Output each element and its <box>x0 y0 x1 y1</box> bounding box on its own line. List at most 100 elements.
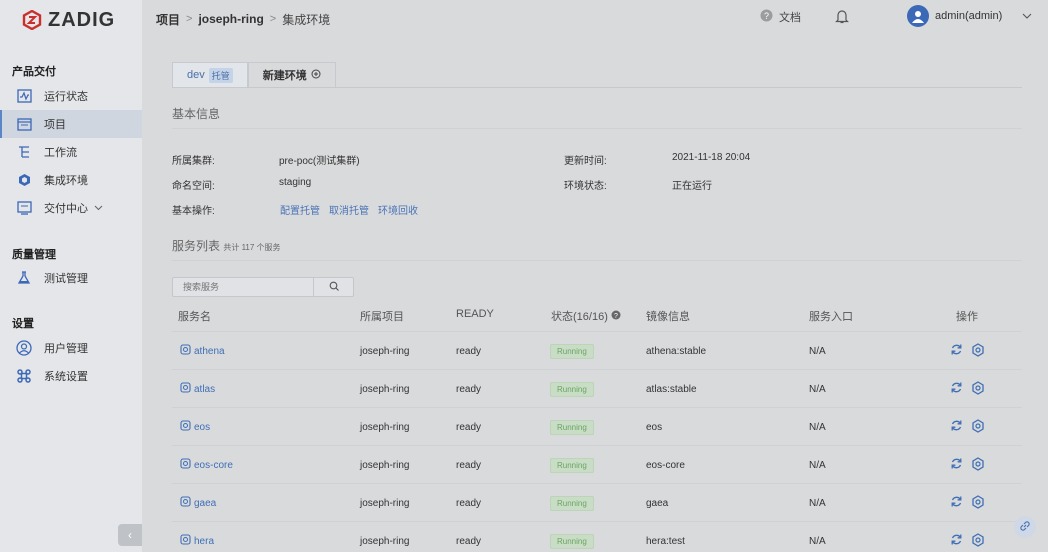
service-name-link[interactable]: eos-core <box>180 446 233 484</box>
nav-group-title-settings: 设置 <box>12 318 34 330</box>
plus-circle-icon <box>311 69 321 82</box>
service-config-icon[interactable] <box>971 456 985 474</box>
service-name-link[interactable]: athena <box>180 332 225 370</box>
help-icon: ? <box>760 9 773 25</box>
floating-link-button[interactable] <box>1014 516 1036 538</box>
service-list-label: 服务列表 <box>172 239 221 253</box>
restart-icon[interactable] <box>950 533 963 549</box>
service-icon <box>180 420 191 434</box>
basic-info-title: 基本信息 <box>172 107 221 121</box>
service-config-icon[interactable] <box>971 418 985 436</box>
status-badge: Running <box>550 533 594 549</box>
col-status-label: 状态(16/16) <box>551 311 608 323</box>
svg-text:?: ? <box>764 11 769 21</box>
breadcrumb-separator: > <box>186 13 193 25</box>
help-icon[interactable]: ? <box>611 310 621 323</box>
env-tabs: dev 托管 新建环境 <box>172 62 336 88</box>
service-config-icon[interactable] <box>971 342 985 360</box>
service-ready: ready <box>456 421 482 433</box>
dashboard-icon <box>16 88 32 104</box>
table-row: eos joseph-ring ready Running eos N/A <box>172 407 1022 445</box>
service-name-link[interactable]: hera <box>180 522 214 552</box>
service-ready: ready <box>456 459 482 471</box>
search-button[interactable] <box>313 278 353 296</box>
service-project: joseph-ring <box>360 345 410 357</box>
service-entry: N/A <box>809 535 826 547</box>
user-menu[interactable]: admin(admin) <box>907 5 1032 27</box>
service-name-link[interactable]: gaea <box>180 484 216 522</box>
nav-group-title-delivery: 产品交付 <box>12 66 56 78</box>
breadcrumb-project[interactable]: joseph-ring <box>198 12 263 26</box>
table-row: hera joseph-ring ready Running hera:test N/A <box>172 521 1022 552</box>
service-icon <box>180 382 191 396</box>
tab-new-env[interactable]: 新建环境 <box>247 62 336 88</box>
service-status: Running <box>550 522 594 552</box>
service-name-link[interactable]: atlas <box>180 370 215 408</box>
col-image: 镜像信息 <box>646 311 690 323</box>
namespace-label: 命名空间: <box>172 181 215 192</box>
workflow-icon <box>16 144 32 160</box>
service-actions <box>950 332 985 370</box>
tab-dev[interactable]: dev 托管 <box>172 62 248 88</box>
cluster-value: pre-poc(测试集群) <box>279 156 360 167</box>
service-name: gaea <box>194 497 217 509</box>
service-image: hera:test <box>646 535 685 547</box>
restart-icon[interactable] <box>950 381 963 397</box>
service-name: eos-core <box>194 459 233 471</box>
basic-ops-label: 基本操作: <box>172 206 215 217</box>
service-list-title: 服务列表 共计 117 个服务 <box>172 237 281 254</box>
service-actions <box>950 484 985 522</box>
service-actions <box>950 408 985 446</box>
col-project: 所属项目 <box>360 311 404 323</box>
env-status-label: 环境状态: <box>564 181 607 192</box>
search-input[interactable] <box>173 278 314 296</box>
sidebar-item-test[interactable]: 测试管理 <box>0 264 142 292</box>
test-flask-icon <box>16 270 32 286</box>
cancel-hosting-link[interactable]: 取消托管 <box>329 202 369 217</box>
breadcrumb-root[interactable]: 项目 <box>156 11 180 28</box>
divider <box>172 87 1022 88</box>
configure-hosting-link[interactable]: 配置托管 <box>280 202 320 217</box>
restart-icon[interactable] <box>950 495 963 511</box>
env-recycle-link[interactable]: 环境回收 <box>378 202 418 217</box>
brand-name: ZADIG <box>48 8 116 31</box>
service-config-icon[interactable] <box>971 380 985 398</box>
service-ready: ready <box>456 497 482 509</box>
table-row: athena joseph-ring ready Running athena:stab… <box>172 331 1022 369</box>
sidebar-item-project[interactable]: 项目 <box>0 110 142 138</box>
brand-logo[interactable]: ZADIG <box>0 0 142 40</box>
sidebar-collapse-button[interactable]: ‹ <box>118 524 142 546</box>
sidebar-item-label: 系统设置 <box>44 371 88 383</box>
service-status: Running <box>550 408 594 446</box>
sidebar: ZADIG 产品交付 运行状态 项目 工作流 集成环境 交付中心 质量管理 测试… <box>0 0 142 552</box>
notification-button[interactable] <box>835 9 849 27</box>
col-service-name: 服务名 <box>178 311 211 323</box>
col-actions: 操作 <box>956 311 978 323</box>
divider <box>172 128 1022 129</box>
table-row: atlas joseph-ring ready Running atlas:stable… <box>172 369 1022 407</box>
avatar <box>907 5 929 27</box>
sidebar-item-label: 交付中心 <box>44 203 88 215</box>
environment-icon <box>16 172 32 188</box>
service-name-link[interactable]: eos <box>180 408 210 446</box>
svg-text:?: ? <box>614 313 618 320</box>
sidebar-item-label: 用户管理 <box>44 343 88 355</box>
service-config-icon[interactable] <box>971 532 985 550</box>
docs-link[interactable]: ? 文档 <box>760 9 801 25</box>
sidebar-item-delivery[interactable]: 交付中心 <box>0 194 142 222</box>
service-actions <box>950 522 985 552</box>
restart-icon[interactable] <box>950 457 963 473</box>
sidebar-item-label: 运行状态 <box>44 91 88 103</box>
restart-icon[interactable] <box>950 419 963 435</box>
chevron-left-icon: ‹ <box>128 528 132 542</box>
sidebar-item-dashboard[interactable]: 运行状态 <box>0 82 142 110</box>
hosted-tag: 托管 <box>208 67 233 83</box>
col-entry: 服务入口 <box>809 311 853 323</box>
sidebar-item-environment[interactable]: 集成环境 <box>0 166 142 194</box>
sidebar-item-system-settings[interactable]: 系统设置 <box>0 362 142 390</box>
sidebar-item-users[interactable]: 用户管理 <box>0 334 142 362</box>
chevron-down-icon <box>1022 10 1032 22</box>
restart-icon[interactable] <box>950 343 963 359</box>
sidebar-item-workflow[interactable]: 工作流 <box>0 138 142 166</box>
service-config-icon[interactable] <box>971 494 985 512</box>
